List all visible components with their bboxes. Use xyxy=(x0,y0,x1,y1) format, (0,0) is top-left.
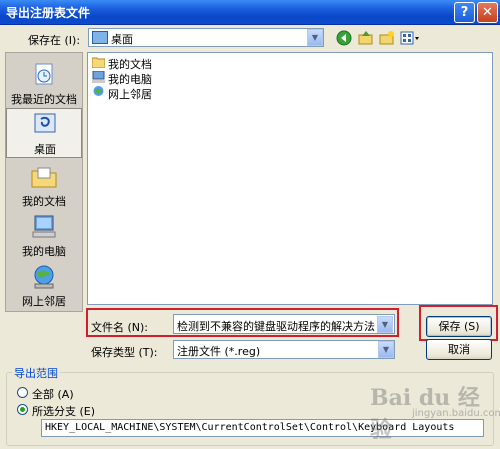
close-button[interactable]: ✕ xyxy=(477,2,498,23)
my-computer-icon xyxy=(32,215,56,238)
file-name: 我的文档 xyxy=(108,58,152,71)
save-button[interactable]: 保存 (S) xyxy=(426,316,492,337)
place-desktop[interactable]: 桌面 xyxy=(6,108,82,158)
place-label: 我最近的文档 xyxy=(11,93,77,106)
title-bar[interactable]: 导出注册表文件 ? ✕ xyxy=(0,0,500,25)
filename-value: 检测到不兼容的键盘驱动程序的解决方法 xyxy=(177,320,375,333)
recent-documents-icon xyxy=(35,63,53,85)
file-name: 网上邻居 xyxy=(108,88,152,101)
back-icon[interactable] xyxy=(336,30,352,46)
new-folder-icon[interactable] xyxy=(379,30,395,46)
file-name: 我的电脑 xyxy=(108,73,152,86)
filename-field[interactable]: 检测到不兼容的键盘驱动程序的解决方法 ▼ xyxy=(173,314,395,334)
place-my-documents[interactable]: 我的文档 xyxy=(6,161,82,209)
my-documents-icon xyxy=(92,57,105,68)
place-network-places[interactable]: 网上邻居 xyxy=(6,261,82,309)
my-documents-icon xyxy=(31,167,57,188)
help-button[interactable]: ? xyxy=(454,2,475,23)
chevron-down-icon[interactable]: ▼ xyxy=(307,29,323,46)
radio-selected-branch-label[interactable]: 所选分支 (E) xyxy=(32,403,95,419)
desktop-icon xyxy=(92,31,108,44)
up-folder-icon[interactable] xyxy=(358,30,374,46)
window-title: 导出注册表文件 xyxy=(6,6,91,20)
export-range-label: 导出范围 xyxy=(12,365,60,381)
save-in-value: 桌面 xyxy=(111,33,133,46)
radio-all-label[interactable]: 全部 (A) xyxy=(32,386,74,402)
place-label: 桌面 xyxy=(34,143,56,156)
save-in-dropdown[interactable]: 桌面 ▼ xyxy=(88,28,324,47)
network-places-icon xyxy=(34,265,54,289)
cancel-button[interactable]: 取消 xyxy=(426,339,492,360)
save-type-dropdown[interactable]: 注册文件 (*.reg) ▼ xyxy=(173,340,395,359)
save-in-label: 保存在 (I): xyxy=(28,34,81,47)
network-places-icon xyxy=(93,86,104,96)
save-type-value: 注册文件 (*.reg) xyxy=(177,345,261,358)
radio-checked-dot xyxy=(20,407,25,412)
place-label: 我的电脑 xyxy=(22,245,66,258)
filename-label: 文件名 (N): xyxy=(91,321,149,334)
place-recent-documents[interactable]: 我最近的文档 xyxy=(6,59,82,107)
place-label: 我的文档 xyxy=(22,195,66,208)
place-label: 网上邻居 xyxy=(22,295,66,308)
place-my-computer[interactable]: 我的电脑 xyxy=(6,211,82,259)
desktop-icon xyxy=(34,113,56,133)
chevron-down-icon[interactable]: ▼ xyxy=(377,316,393,333)
places-bar: 我最近的文档 桌面 我的文档 我的电脑 网上邻居 xyxy=(5,52,83,312)
chevron-down-icon[interactable]: ▼ xyxy=(378,341,394,358)
file-list[interactable]: 我的文档 我的电脑 网上邻居 xyxy=(87,52,493,305)
view-menu-icon[interactable] xyxy=(400,30,420,46)
save-type-label: 保存类型 (T): xyxy=(91,346,158,359)
my-computer-icon xyxy=(92,71,105,83)
radio-all[interactable] xyxy=(17,387,28,398)
watermark-url: jingyan.baidu.com xyxy=(412,408,500,419)
